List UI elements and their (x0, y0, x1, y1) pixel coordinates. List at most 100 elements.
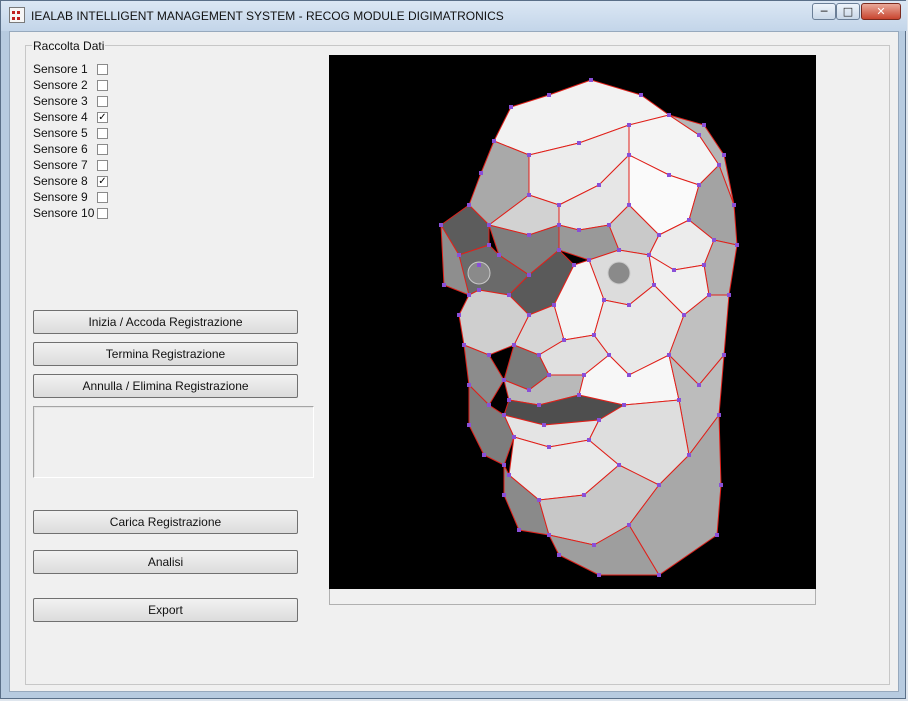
mesh-vertex (722, 153, 726, 157)
mesh-vertex (497, 253, 501, 257)
sensor-checkbox-10[interactable] (97, 208, 108, 219)
mesh-vertex (577, 393, 581, 397)
mesh-vertex (702, 263, 706, 267)
sensor-label: Sensore 1 (33, 62, 88, 76)
viewport-status-bar (329, 589, 816, 605)
mesh-vertex (647, 253, 651, 257)
mesh-vertex (627, 523, 631, 527)
mesh-vertex (627, 373, 631, 377)
mesh-vertex (722, 353, 726, 357)
mesh-vertex (582, 373, 586, 377)
mesh-vertex (527, 233, 531, 237)
mesh-vertex (597, 418, 601, 422)
sensor-row-8[interactable]: Sensore 8 ✓ (33, 174, 113, 189)
sensor-checkbox-4[interactable]: ✓ (97, 112, 108, 123)
mesh-vertex (557, 203, 561, 207)
mesh-vertex (677, 398, 681, 402)
sensor-checkbox-9[interactable] (97, 192, 108, 203)
sensor-label: Sensore 5 (33, 126, 88, 140)
mesh-polygons (440, 79, 738, 576)
sensor-label: Sensore 4 (33, 110, 88, 124)
mesh-vertex (732, 203, 736, 207)
mesh-vertex (735, 243, 739, 247)
mesh-vertex (597, 573, 601, 577)
sensor-row-9[interactable]: Sensore 9 (33, 190, 113, 205)
mesh-vertex (667, 113, 671, 117)
sensor-row-4[interactable]: Sensore 4 ✓ (33, 110, 113, 125)
mesh-vertex (639, 93, 643, 97)
mesh-vertex (507, 473, 511, 477)
mesh-vertex (527, 273, 531, 277)
export-button[interactable]: Export (33, 598, 298, 622)
sensor-row-7[interactable]: Sensore 7 (33, 158, 113, 173)
sensor-checkbox-3[interactable] (97, 96, 108, 107)
mesh-vertex (697, 183, 701, 187)
sensor-checkbox-5[interactable] (97, 128, 108, 139)
mesh-vertex (687, 453, 691, 457)
mesh-vertex (712, 238, 716, 242)
mesh-vertex (587, 258, 591, 262)
mesh-vertex (487, 243, 491, 247)
mesh-vertex (547, 93, 551, 97)
start-recording-button[interactable]: Inizia / Accoda Registrazione (33, 310, 298, 334)
app-icon[interactable] (9, 7, 25, 23)
client-area: Raccolta Dati Sensore 1 Sensore 2 Sensore … (9, 31, 899, 692)
stop-recording-button[interactable]: Termina Registrazione (33, 342, 298, 366)
load-recording-button[interactable]: Carica Registrazione (33, 510, 298, 534)
sensor-checkbox-2[interactable] (97, 80, 108, 91)
minimize-button[interactable]: ─ (812, 3, 836, 20)
sensor-checkbox-8[interactable]: ✓ (97, 176, 108, 187)
sensor-checkbox-6[interactable] (97, 144, 108, 155)
mesh-vertex (507, 293, 511, 297)
sensor-label: Sensore 2 (33, 78, 88, 92)
analyze-button[interactable]: Analisi (33, 550, 298, 574)
mesh-vertex (577, 141, 581, 145)
mesh-vertex (717, 163, 721, 167)
mesh-vertex (617, 248, 621, 252)
mesh-vertex (715, 533, 719, 537)
sensor-row-10[interactable]: Sensore 10 (33, 206, 113, 221)
mesh-vertex (622, 403, 626, 407)
mesh-vertex (562, 338, 566, 342)
mesh-vertex (537, 498, 541, 502)
mesh-vertex (507, 398, 511, 402)
mesh-vertex (627, 303, 631, 307)
mesh-vertex (467, 293, 471, 297)
3d-viewport[interactable] (329, 55, 816, 589)
title-bar[interactable]: IEALAB INTELLIGENT MANAGEMENT SYSTEM - R… (1, 1, 907, 31)
mesh-vertex (537, 403, 541, 407)
log-textbox[interactable] (33, 406, 314, 478)
close-icon: ✕ (876, 5, 886, 18)
sensor-row-5[interactable]: Sensore 5 (33, 126, 113, 141)
mesh-vertex (487, 403, 491, 407)
mesh-vertex (719, 483, 723, 487)
mesh-vertex (667, 353, 671, 357)
close-button[interactable]: ✕ (861, 3, 901, 20)
mesh-vertex (657, 573, 661, 577)
mesh-vertex (527, 313, 531, 317)
mesh-vertex (682, 313, 686, 317)
sensor-row-1[interactable]: Sensore 1 (33, 62, 113, 77)
sensor-checkbox-7[interactable] (97, 160, 108, 171)
mesh-vertex (582, 493, 586, 497)
mesh-vertex (502, 463, 506, 467)
mesh-vertex (587, 438, 591, 442)
sensor-row-6[interactable]: Sensore 6 (33, 142, 113, 157)
mesh-vertex (672, 268, 676, 272)
sensor-label: Sensore 8 (33, 174, 88, 188)
sensor-row-2[interactable]: Sensore 2 (33, 78, 113, 93)
mesh-vertex (552, 303, 556, 307)
mesh-vertex (547, 533, 551, 537)
mesh-vertex (627, 153, 631, 157)
mesh-vertex (607, 223, 611, 227)
sensor-row-3[interactable]: Sensore 3 (33, 94, 113, 109)
mesh-vertex (477, 263, 481, 267)
sensor-checkbox-1[interactable] (97, 64, 108, 75)
mesh-vertex (602, 298, 606, 302)
mesh-vertex (487, 353, 491, 357)
mesh-vertex (527, 153, 531, 157)
mesh-vertex (557, 248, 561, 252)
mesh-vertex (527, 388, 531, 392)
cancel-recording-button[interactable]: Annulla / Elimina Registrazione (33, 374, 298, 398)
maximize-button[interactable]: □ (836, 3, 860, 20)
